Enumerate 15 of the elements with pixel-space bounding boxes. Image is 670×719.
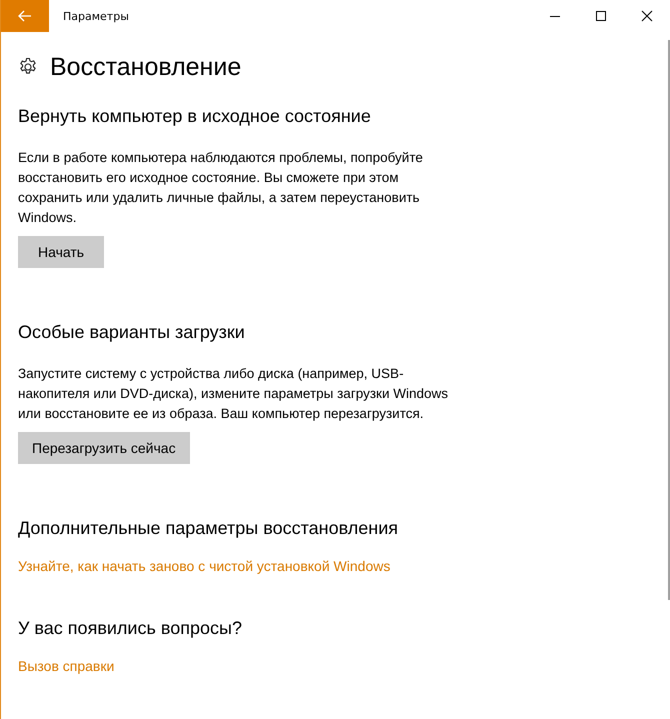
action-button[interactable]: Начать [18,236,104,268]
maximize-icon [595,10,607,22]
section-heading: У вас появились вопросы? [18,617,242,640]
close-icon [641,10,653,22]
scroll-bar[interactable] [668,40,670,600]
section-heading: Особые варианты загрузки [18,321,245,344]
page-title: Восстановление [50,52,242,82]
back-button[interactable] [1,0,49,32]
section-heading: Вернуть компьютер в исходное состояние [18,105,371,128]
back-arrow-icon [18,10,32,22]
window-title: Параметры [63,10,130,22]
section-heading: Дополнительные параметры восстановления [18,517,398,540]
section-description: Если в работе компьютера наблюдаются проблемы, попробуйте восстановить его исходное состояние. Вы сможете при этом сохранить или удалить личные файлы, а затем переустановить Windows. [18,149,424,227]
section-description: Запустите систему с устройства либо диска (например, USB-накопителя или DVD-диска), измените параметры загрузки Windows или восстановите ее из образа. Ваш компьютер перезагрузится. [18,365,450,423]
action-button[interactable]: Перезагрузить сейчас [18,432,190,464]
